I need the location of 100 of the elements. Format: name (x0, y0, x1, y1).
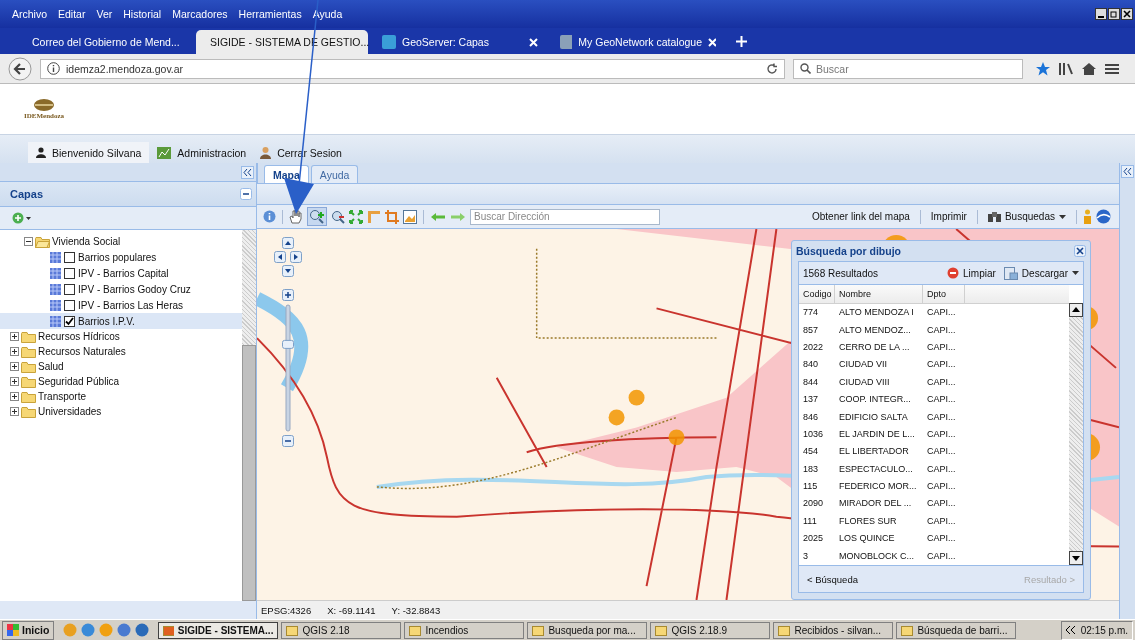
address-search-field[interactable]: Buscar Dirección (470, 208, 660, 225)
table-cell-text: FLORES SUR (838, 514, 898, 528)
layer-item[interactable]: IPV - Barrios Las Heras (0, 297, 242, 313)
table-cell-text: ESPECTACULO... (838, 462, 914, 476)
layer-item[interactable]: IPV - Barrios Capital (0, 265, 242, 281)
expand-toggle-icon[interactable] (10, 347, 19, 356)
zoom-in-icon[interactable] (282, 289, 294, 301)
folder-label[interactable]: Transporte (38, 391, 86, 402)
folder-label[interactable]: Salud (38, 361, 64, 372)
back-link[interactable]: < Búsqueda (807, 573, 858, 585)
expand-toggle-icon[interactable] (10, 377, 19, 386)
scroll-up-icon[interactable] (1069, 303, 1083, 317)
pan-right-icon[interactable] (290, 251, 302, 263)
restore-icon[interactable] (1108, 8, 1120, 20)
menu-item[interactable]: Ver (96, 8, 113, 20)
taskbar-item[interactable]: QGIS 2.18 (281, 621, 402, 639)
browser-tab[interactable]: Correo del Gobierno de Mend... (18, 30, 190, 54)
menu-icon[interactable] (1105, 62, 1119, 75)
column-header[interactable]: Nombre (835, 285, 923, 303)
tab[interactable]: Ayuda (310, 165, 359, 183)
globe-icon[interactable] (1096, 209, 1111, 224)
scroll-down-icon[interactable] (1069, 551, 1083, 565)
full-extent-icon[interactable] (349, 209, 363, 224)
checkbox[interactable] (64, 315, 75, 327)
expand-toggle-icon[interactable] (10, 407, 19, 416)
menu-item[interactable]: Historial (123, 8, 162, 20)
start-button[interactable]: Inicio (2, 620, 55, 640)
zoom-slider[interactable] (282, 303, 294, 433)
checkbox[interactable] (64, 267, 75, 279)
expand-toggle-icon[interactable] (10, 392, 19, 401)
pan-up-icon[interactable] (282, 237, 294, 249)
scrollbar[interactable] (242, 230, 256, 601)
chevron-icon[interactable] (1065, 626, 1075, 634)
back-icon[interactable] (8, 56, 32, 81)
info-icon[interactable] (263, 210, 276, 223)
taskbar-item[interactable]: Busqueda por ma... (527, 621, 648, 639)
layer-item[interactable]: Barrios I.P.V. (0, 313, 242, 329)
column-header[interactable]: Codigo (799, 285, 835, 303)
address-field[interactable]: idemza2.mendoza.gov.ar (40, 58, 785, 79)
expand-toggle-icon[interactable] (10, 332, 19, 341)
hand-icon[interactable] (289, 209, 303, 224)
star-icon[interactable] (1035, 60, 1051, 77)
collapse-icon[interactable] (241, 165, 254, 179)
checkbox[interactable] (64, 283, 75, 295)
print-button[interactable]: Imprimir (926, 211, 971, 222)
folder-label[interactable]: Vivienda Social (52, 236, 121, 247)
slider-thumb[interactable] (282, 339, 294, 349)
menu-item[interactable]: Marcadores (172, 8, 228, 20)
menu-item[interactable]: Archivo (12, 8, 47, 20)
table-cell-text: 1036 (802, 427, 825, 441)
menu-item[interactable]: Editar (58, 8, 86, 20)
taskbar-item[interactable]: QGIS 2.18.9 (650, 621, 771, 639)
folder-label[interactable]: Recursos Hídricos (38, 331, 120, 342)
download-button[interactable]: Descargar (999, 266, 1083, 280)
column-header[interactable]: Dpto (923, 285, 965, 303)
session-link[interactable]: Bienvenido Silvana (28, 142, 150, 163)
taskbar-item[interactable]: Incendios (404, 621, 525, 639)
reload-icon[interactable] (766, 62, 778, 75)
taskbar-item[interactable]: SIGIDE - SISTEMA... (158, 621, 279, 639)
close-icon[interactable] (1121, 8, 1133, 20)
table-cell-text: MONOBLOCK C... (838, 549, 915, 563)
zoom-out-icon[interactable] (331, 209, 345, 224)
image-icon[interactable] (403, 209, 417, 224)
menu-item[interactable]: Herramientas (238, 8, 302, 20)
layer-item[interactable]: Barrios populares (0, 249, 242, 265)
expand-toggle-icon[interactable] (24, 237, 33, 246)
zoom-out-icon[interactable] (282, 435, 294, 447)
clear-button[interactable]: Limpiar (943, 267, 1000, 279)
taskbar-item[interactable]: Búsqueda de barri... (896, 621, 1017, 639)
home-icon[interactable] (1081, 61, 1097, 76)
pan-left-icon[interactable] (274, 251, 286, 263)
search-field[interactable]: Buscar (793, 58, 1023, 79)
checkbox[interactable] (64, 299, 75, 311)
taskbar-item[interactable]: Recibidos - silvan... (773, 621, 894, 639)
collapse-icon[interactable] (1121, 165, 1134, 178)
session-link[interactable]: Administracion (151, 142, 253, 163)
zoom-in-icon[interactable] (307, 207, 327, 226)
browser-tab[interactable]: My GeoNetwork catalogue (552, 30, 724, 54)
folder-label[interactable]: Universidades (38, 406, 102, 417)
pan-down-icon[interactable] (282, 265, 294, 277)
window-title: Búsqueda por dibujo (796, 245, 901, 257)
tab[interactable]: Mapa (264, 165, 309, 183)
quick-launch-icon[interactable] (135, 623, 150, 637)
minimize-icon[interactable] (1095, 8, 1107, 20)
layer-item[interactable]: IPV - Barrios Godoy Cruz (0, 281, 242, 297)
browser-tab[interactable]: GeoServer: Capas (374, 30, 546, 54)
crop-icon[interactable] (385, 209, 399, 224)
add-layer-icon[interactable] (12, 212, 32, 224)
searches-button[interactable]: Busquedas (983, 211, 1070, 222)
checkbox[interactable] (64, 251, 75, 263)
plus-icon[interactable] (736, 36, 747, 47)
map-link-button[interactable]: Obtener link del mapa (808, 211, 914, 222)
menu-item[interactable]: Ayuda (312, 8, 343, 20)
quick-launch-icon[interactable] (117, 623, 132, 637)
folder-label[interactable]: Seguridad Pública (38, 376, 120, 387)
library-icon[interactable] (1059, 61, 1073, 76)
expand-toggle-icon[interactable] (10, 362, 19, 371)
table-cell-text: CAPI... (926, 410, 957, 424)
folder-label[interactable]: Recursos Naturales (38, 346, 126, 357)
close-icon[interactable] (1074, 245, 1086, 257)
